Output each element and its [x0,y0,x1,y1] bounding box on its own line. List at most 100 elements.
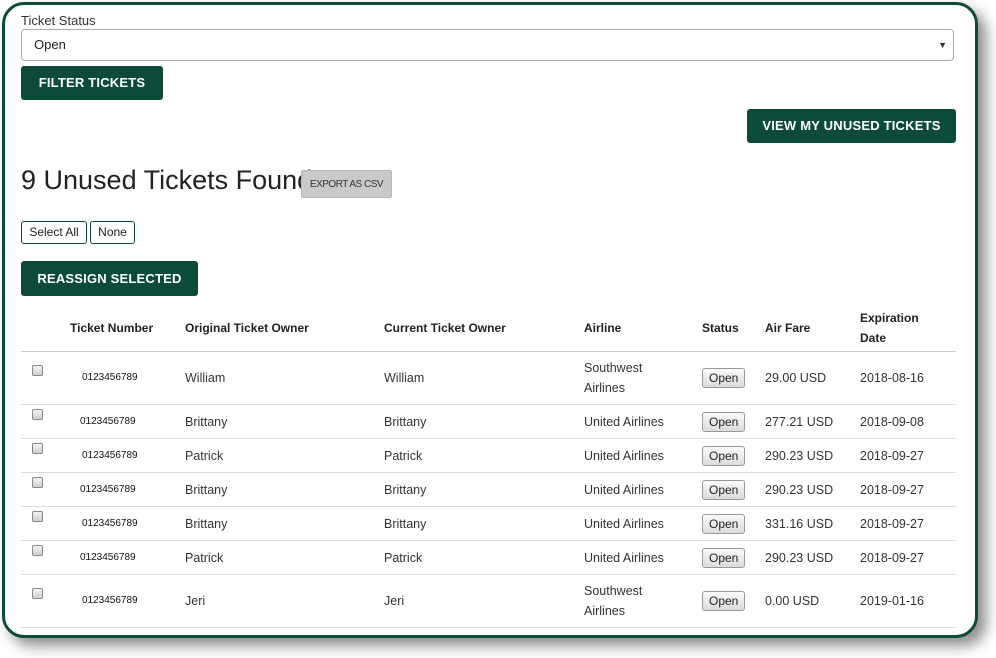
row-checkbox[interactable] [32,408,43,420]
original-owner-cell: Patrick [185,438,384,473]
original-owner-cell: Patrick [185,540,384,575]
status-header: Status [702,305,765,352]
current-owner-cell: Jeri [384,574,584,628]
air-fare-cell: 290.23 USD [765,438,860,473]
status-cell: Open [702,404,765,439]
original-owner-header: Original Ticket Owner [185,305,384,352]
original-owner-cell: Brittany [185,506,384,541]
status-cell: Open [702,438,765,473]
status-badge-button[interactable]: Open [702,368,746,388]
table-row: 0123456789 Patrick Patrick United Airlines O… [21,540,956,575]
airline-cell: United Airlines [584,472,702,507]
current-owner-cell: Brittany [384,404,584,439]
ticket-number: 0123456789 [80,483,136,495]
ticket-status-selected-value: Open [34,37,66,52]
current-owner-header: Current Ticket Owner [384,305,584,352]
current-owner-cell: Patrick [384,540,584,575]
expiration-date-cell: 2018-09-27 [860,438,956,473]
original-owner-cell: Brittany [185,404,384,439]
status-badge-button[interactable]: Open [702,411,746,432]
expiration-date-header: Expiration Date [860,305,956,352]
ticket-number-cell: 0123456789 [70,506,185,541]
ticket-number: 0123456789 [82,449,138,461]
row-checkbox[interactable] [32,588,43,599]
reassign-selected-button[interactable]: REASSIGN SELECTED [21,261,198,296]
table-row: 0123456789 Brittany Brittany United Airline… [21,472,956,507]
table-row: 0123456789 Brittany Brittany United Airline… [21,506,956,541]
row-checkbox[interactable] [32,365,43,376]
ticket-number-cell: 0123456789 [70,351,185,405]
view-my-unused-tickets-button[interactable]: VIEW MY UNUSED TICKETS [747,109,956,143]
current-owner-cell: Patrick [384,438,584,473]
airline-cell: Southwest Airlines [584,351,702,405]
air-fare-cell: 331.16 USD [765,506,860,541]
expiration-date-cell: 2018-08-16 [860,351,956,405]
airline-header: Airline [584,305,702,352]
expiration-date-cell: 2018-09-08 [860,404,956,439]
expiration-date-cell: 2019-01-16 [860,574,956,628]
airline-cell: United Airlines [584,540,702,575]
expiration-header-line2: Date [860,331,887,345]
airline-line1: United Airlines [584,448,664,463]
tickets-table: Ticket Number Original Ticket Owner Curr… [21,305,956,628]
ticket-number-cell: 0123456789 [70,472,185,507]
ticket-status-label: Ticket Status [21,13,96,28]
original-owner-cell: Jeri [185,574,384,628]
ticket-number-cell: 0123456789 [70,540,185,575]
airline-cell: United Airlines [584,438,702,473]
air-fare-cell: 0.00 USD [765,574,860,628]
expiration-date-cell: 2018-09-27 [860,540,956,575]
dropdown-arrow-icon: ▼ [938,40,947,50]
air-fare-cell: 290.23 USD [765,472,860,507]
row-checkbox-cell [21,438,70,473]
table-row: 0123456789 William William Southwest Airline… [21,351,956,405]
filter-tickets-button[interactable]: FILTER TICKETS [21,66,163,100]
airline-line1: United Airlines [584,482,664,497]
status-cell: Open [702,506,765,541]
app-frame: Ticket Status Open ▼ FILTER TICKETS VIEW… [2,2,978,638]
table-row: 0123456789 Brittany Brittany United Airline… [21,404,956,439]
status-badge-button[interactable]: Open [702,479,746,500]
ticket-number: 0123456789 [80,551,136,563]
status-badge-button[interactable]: Open [702,513,746,534]
ticket-number-cell: 0123456789 [70,438,185,473]
export-csv-button[interactable]: EXPORT AS CSV [301,170,392,198]
air-fare-cell: 29.00 USD [765,351,860,405]
status-cell: Open [702,351,765,405]
airline-cell: United Airlines [584,404,702,439]
airline-cell: Southwest Airlines [584,574,702,628]
status-cell: Open [702,574,765,628]
airline-line2: Airlines [584,604,625,618]
row-checkbox[interactable] [32,476,43,488]
checkbox-column-header [21,305,70,352]
table-row: 0123456789 Jeri Jeri Southwest Airlines Open 0… [21,574,956,628]
current-owner-cell: Brittany [384,506,584,541]
status-badge-button[interactable]: Open [702,591,746,611]
select-all-button[interactable]: Select All [21,221,87,244]
table-header-row: Ticket Number Original Ticket Owner Curr… [21,305,956,352]
status-cell: Open [702,472,765,507]
row-checkbox-cell [21,404,70,439]
row-checkbox[interactable] [32,544,43,556]
row-checkbox-cell [21,540,70,575]
ticket-number-cell: 0123456789 [70,574,185,628]
airline-line1: United Airlines [584,550,664,565]
original-owner-cell: William [185,351,384,405]
row-checkbox[interactable] [32,442,43,454]
row-checkbox-cell [21,472,70,507]
row-checkbox[interactable] [32,510,43,522]
select-none-button[interactable]: None [90,221,135,244]
ticket-number-header: Ticket Number [70,305,185,352]
airline-line2: Airlines [584,381,625,395]
results-heading: 9 Unused Tickets Found [21,165,313,195]
airline-line1: Southwest [584,584,643,598]
ticket-status-select[interactable]: Open ▼ [21,29,954,61]
air-fare-cell: 277.21 USD [765,404,860,439]
airline-cell: United Airlines [584,506,702,541]
expiration-header-line1: Expiration [860,311,919,325]
original-owner-cell: Brittany [185,472,384,507]
expiration-date-cell: 2018-09-27 [860,506,956,541]
airline-line1: United Airlines [584,414,664,429]
status-badge-button[interactable]: Open [702,445,746,466]
status-badge-button[interactable]: Open [702,547,746,568]
